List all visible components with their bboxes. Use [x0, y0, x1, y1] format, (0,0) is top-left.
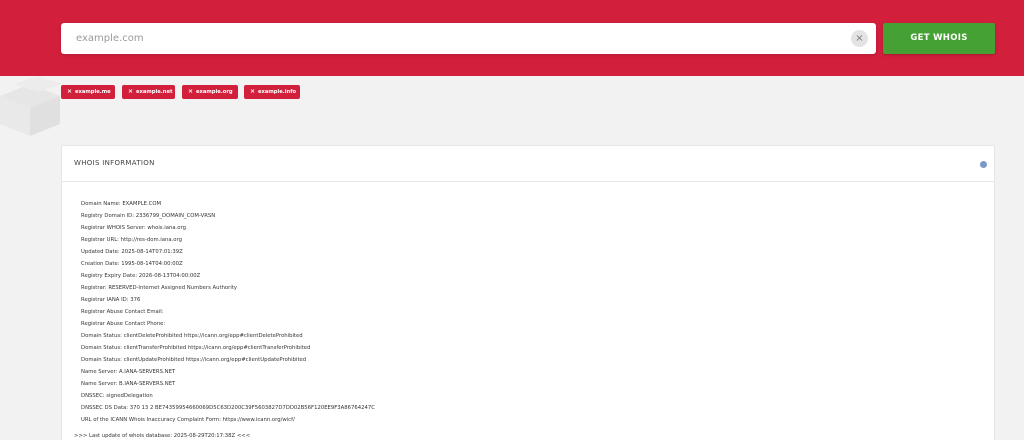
whois-line: Registrar IANA ID: 376: [81, 297, 141, 303]
whois-line: Registrar WHOIS Server: whois.iana.org: [81, 225, 186, 231]
recent-chip-example-org[interactable]: × example.org: [182, 85, 238, 99]
whois-line: Updated Date: 2025-08-14T07:01:39Z: [81, 249, 183, 255]
recent-chip-example-info[interactable]: × example.info: [244, 85, 300, 99]
info-icon[interactable]: [980, 161, 987, 168]
whois-line: Registrar Abuse Contact Phone:: [81, 321, 166, 327]
whois-card: WHOIS INFORMATION Domain Name: EXAMPLE.C…: [61, 145, 995, 440]
whois-line: Name Server: B.IANA-SERVERS.NET: [81, 381, 176, 387]
chip-label: example.info: [258, 89, 297, 95]
close-icon[interactable]: ×: [67, 88, 72, 95]
get-whois-button[interactable]: GET WHOIS: [883, 23, 995, 54]
chip-label: example.org: [196, 89, 233, 95]
whois-line: Creation Date: 1995-08-14T04:00:00Z: [81, 261, 183, 267]
whois-title: WHOIS INFORMATION: [74, 159, 155, 167]
chip-label: example.me: [75, 89, 111, 95]
search-input[interactable]: [61, 23, 841, 54]
close-icon[interactable]: ×: [250, 88, 255, 95]
whois-line: Domain Status: clientUpdateProhibited ht…: [81, 357, 307, 363]
close-icon[interactable]: ×: [128, 88, 133, 95]
search-hero: × GET WHOIS: [0, 0, 1024, 76]
whois-line: Registrar URL: http://res-dom.iana.org: [81, 237, 182, 243]
whois-line: Name Server: A.IANA-SERVERS.NET: [81, 369, 176, 375]
whois-line: Domain Name: EXAMPLE.COM: [81, 201, 162, 207]
whois-line: Domain Status: clientTransferProhibited …: [81, 345, 311, 351]
whois-line: Registry Expiry Date: 2026-08-13T04:00:0…: [81, 273, 201, 279]
whois-line: Domain Status: clientDeleteProhibited ht…: [81, 333, 303, 339]
last-update-line: >>> Last update of whois database: 2025-…: [74, 433, 251, 439]
recent-chip-example-me[interactable]: × example.me: [61, 85, 115, 99]
whois-line: URL of the ICANN Whois Inaccuracy Compla…: [81, 417, 295, 423]
chip-label: example.net: [136, 89, 173, 95]
whois-line: Registrar Abuse Contact Email:: [81, 309, 164, 315]
close-icon: ×: [855, 33, 864, 44]
whois-line: DNSSEC DS Data: 370 13 2 BE7435995466006…: [81, 405, 375, 411]
close-icon[interactable]: ×: [188, 88, 193, 95]
search-box: ×: [61, 23, 876, 54]
clear-search-button[interactable]: ×: [851, 30, 868, 47]
whois-record: Domain Name: EXAMPLE.COM Registry Domain…: [81, 198, 981, 426]
whois-line: DNSSEC: signedDelegation: [81, 393, 153, 399]
whois-line: Registrar: RESERVED-Internet Assigned Nu…: [81, 285, 238, 291]
whois-line: Registry Domain ID: 2336799_DOMAIN_COM-V…: [81, 213, 216, 219]
whois-card-header: WHOIS INFORMATION: [62, 146, 994, 182]
recent-chip-example-net[interactable]: × example.net: [122, 85, 175, 99]
